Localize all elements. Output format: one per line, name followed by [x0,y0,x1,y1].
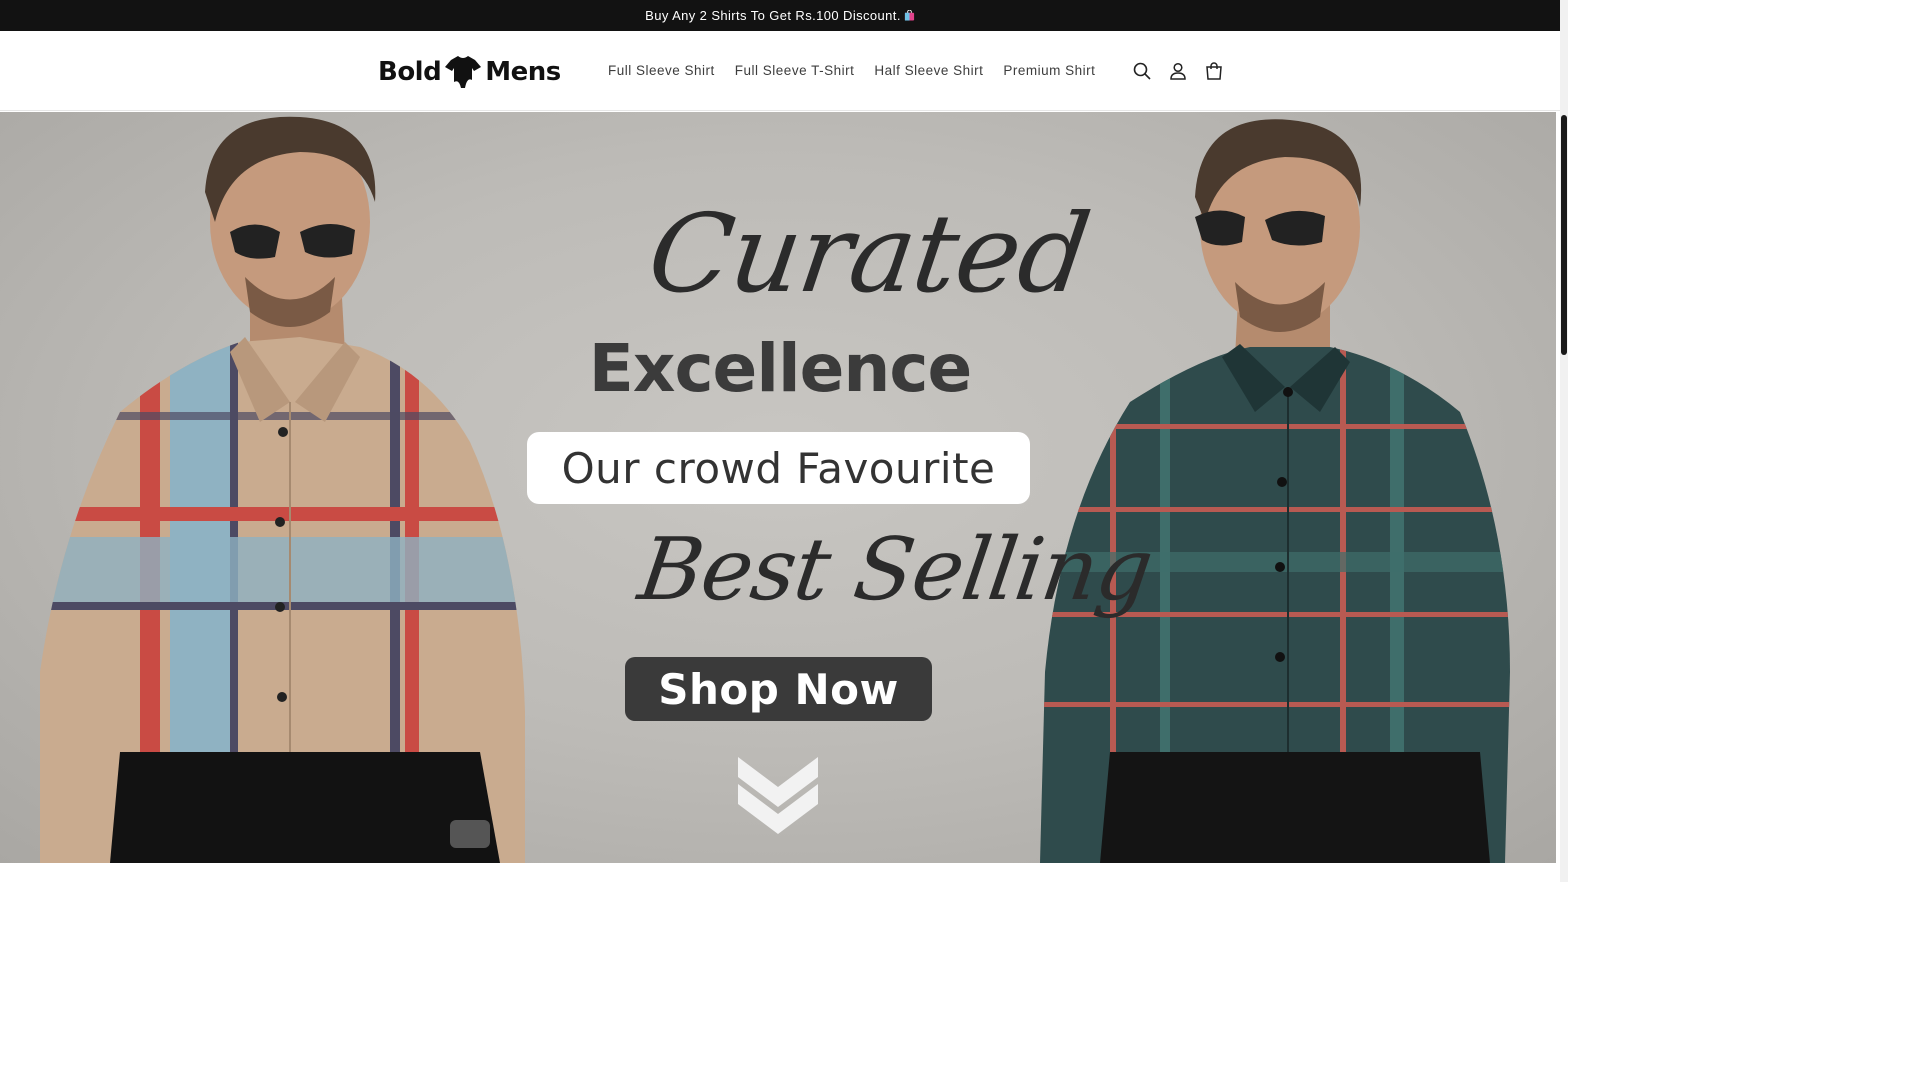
announcement-text: Buy Any 2 Shirts To Get Rs.100 Discount. [645,8,901,23]
announcement-bar: Buy Any 2 Shirts To Get Rs.100 Discount. [0,0,1560,31]
page: Buy Any 2 Shirts To Get Rs.100 Discount.… [0,0,1568,882]
main-nav: Full Sleeve Shirt Full Sleeve T-Shirt Ha… [598,59,1105,83]
scrollbar-thumb[interactable] [1561,115,1567,355]
page-scrollbar[interactable] [1560,0,1568,882]
hero-banner[interactable]: Curated Excellence Our crowd Favourite B… [0,112,1556,863]
brand-name-right: Mens [485,57,561,87]
hero-headline: Excellence [588,330,972,407]
left-model-image [40,116,525,863]
nav-half-sleeve-shirt[interactable]: Half Sleeve Shirt [864,59,993,83]
hero-script-subtitle: Best Selling [632,520,1158,620]
shopping-bag-icon [904,10,914,21]
chevron-down-icon [738,757,818,834]
brand-logo[interactable]: Bold Mens [378,53,561,91]
header-icons [1124,55,1232,87]
search-icon [1133,62,1151,80]
nav-full-sleeve-shirt[interactable]: Full Sleeve Shirt [598,59,725,83]
right-model-image [1040,119,1510,863]
search-button[interactable] [1124,55,1160,87]
cart-icon [1206,62,1222,80]
shop-now-button[interactable]: Shop Now [625,657,932,721]
brand-name-left: Bold [378,57,442,87]
account-icon [1170,62,1186,80]
hero-script-title: Curated [641,192,1097,317]
nav-full-sleeve-tshirt[interactable]: Full Sleeve T-Shirt [725,59,865,83]
hero-tagline: Our crowd Favourite [527,432,1030,504]
cart-button[interactable] [1196,55,1232,87]
nav-premium-shirt[interactable]: Premium Shirt [993,59,1105,83]
tshirt-logo-icon [445,56,482,88]
account-button[interactable] [1160,55,1196,87]
site-header: Bold Mens Full Sleeve Shirt Full Sleeve … [0,31,1560,111]
